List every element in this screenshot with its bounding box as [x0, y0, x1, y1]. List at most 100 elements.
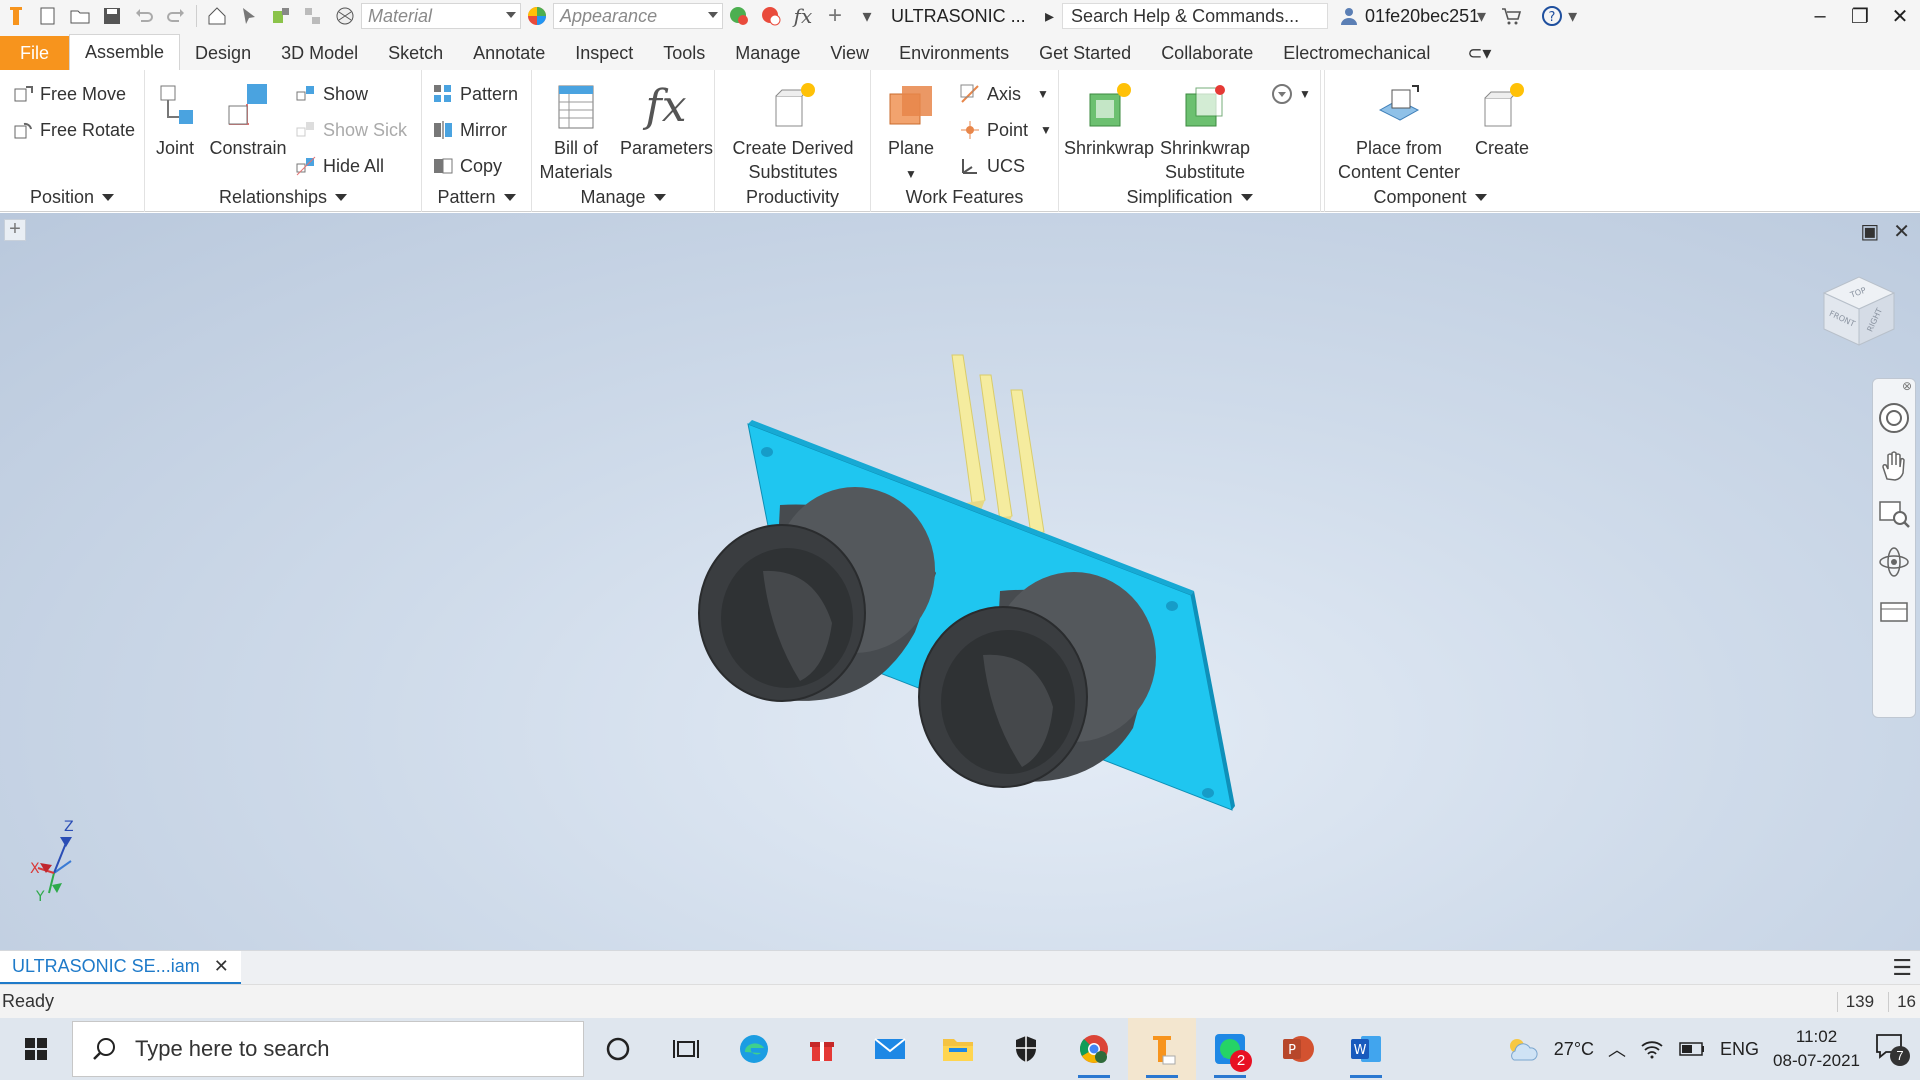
fx-icon[interactable]: fx — [790, 3, 816, 29]
taskbar-search-box[interactable]: Type here to search — [72, 1021, 584, 1077]
copy-button[interactable]: Copy — [432, 151, 502, 181]
word-icon[interactable]: W — [1332, 1018, 1400, 1080]
notification-center-icon[interactable]: 7 — [1874, 1032, 1910, 1066]
tab-assemble[interactable]: Assemble — [69, 34, 181, 70]
cortana-icon[interactable] — [584, 1018, 652, 1080]
chevron-down-icon[interactable]: ▾ — [1477, 6, 1486, 27]
battery-icon[interactable] — [1678, 1040, 1706, 1058]
plus-icon[interactable]: + — [822, 2, 848, 29]
measure-icon[interactable] — [300, 3, 326, 29]
select-icon[interactable] — [236, 3, 262, 29]
undo-icon[interactable] — [131, 3, 157, 29]
wifi-icon[interactable] — [1640, 1038, 1664, 1060]
close-button[interactable]: ✕ — [1880, 0, 1920, 32]
shrinkwrap-substitute-button[interactable]: Shrinkwrap Substitute — [1155, 80, 1255, 184]
start-button[interactable] — [0, 1018, 72, 1080]
help-icon[interactable]: ? — [1539, 3, 1565, 29]
point-button[interactable]: Point ▼ — [959, 115, 1052, 145]
appearance-dropdown[interactable]: Appearance — [553, 3, 723, 29]
ribbon-display-options-icon[interactable]: ⊂▾ — [1445, 36, 1513, 70]
zoom-window-icon[interactable] — [1877, 497, 1911, 531]
panel-pattern-label[interactable]: Pattern — [422, 184, 531, 210]
inventor-taskbar-icon[interactable] — [1128, 1018, 1196, 1080]
material-dropdown[interactable]: Material — [361, 3, 521, 29]
gift-app-icon[interactable] — [788, 1018, 856, 1080]
viewcube-icon[interactable]: TOP FRONT RIGHT — [1814, 263, 1904, 353]
clock[interactable]: 11:02 08-07-2021 — [1773, 1025, 1860, 1073]
extra-dropdown-button[interactable]: ▼ — [1271, 79, 1311, 109]
tab-3d-model[interactable]: 3D Model — [266, 36, 373, 70]
constrain-button[interactable]: Constrain — [207, 80, 289, 160]
joint-button[interactable]: Joint — [149, 80, 201, 160]
chevron-right-icon[interactable]: ▸ — [1045, 6, 1054, 27]
open-file-icon[interactable] — [67, 3, 93, 29]
axis-button[interactable]: Axis ▼ — [959, 79, 1049, 109]
free-move-button[interactable]: Free Move — [12, 79, 126, 109]
minimize-button[interactable]: – — [1800, 0, 1840, 32]
steering-wheel-icon[interactable] — [1877, 401, 1911, 435]
tab-environments[interactable]: Environments — [884, 36, 1024, 70]
show-button[interactable]: Show — [295, 79, 368, 109]
new-file-icon[interactable] — [35, 3, 61, 29]
plane-button[interactable]: Plane ▼ — [879, 80, 943, 186]
tab-inspect[interactable]: Inspect — [560, 36, 648, 70]
tab-design[interactable]: Design — [180, 36, 266, 70]
graphics-viewport[interactable]: + ▣ ✕ TOP FRONT RIGHT ⊗ Z X Y — [0, 213, 1920, 950]
close-navbar-icon[interactable]: ⊗ — [1902, 379, 1912, 393]
user-icon[interactable] — [1336, 3, 1362, 29]
cart-icon[interactable] — [1498, 3, 1524, 29]
weather-temperature[interactable]: 27°C — [1554, 1039, 1594, 1060]
home-icon[interactable] — [204, 3, 230, 29]
pan-hand-icon[interactable] — [1877, 449, 1911, 483]
tab-electromechanical[interactable]: Electromechanical — [1268, 36, 1445, 70]
tab-sketch[interactable]: Sketch — [373, 36, 458, 70]
panel-relationships-label[interactable]: Relationships — [145, 184, 421, 210]
look-at-icon[interactable] — [1877, 593, 1911, 627]
redo-icon[interactable] — [163, 3, 189, 29]
mirror-button[interactable]: Mirror — [432, 115, 507, 145]
user-name[interactable]: 01fe20bec251 — [1365, 6, 1479, 27]
document-tab[interactable]: ULTRASONIC SE...iam ✕ — [0, 951, 241, 985]
inventor-logo-icon[interactable] — [3, 3, 29, 29]
tab-view[interactable]: View — [815, 36, 884, 70]
edge-browser-icon[interactable] — [720, 1018, 788, 1080]
mail-icon[interactable] — [856, 1018, 924, 1080]
chevron-down-icon[interactable]: ▾ — [1568, 6, 1577, 27]
place-from-content-center-button[interactable]: Place from Content Center — [1329, 80, 1469, 184]
shrinkwrap-button[interactable]: Shrinkwrap — [1063, 80, 1155, 160]
create-derived-substitutes-button[interactable]: Create Derived Substitutes — [719, 80, 867, 184]
close-tab-icon[interactable]: ✕ — [214, 956, 229, 977]
tab-file[interactable]: File — [0, 36, 70, 70]
free-rotate-button[interactable]: Free Rotate — [12, 115, 135, 145]
security-shield-icon[interactable] — [992, 1018, 1060, 1080]
ucs-button[interactable]: UCS — [959, 151, 1025, 181]
pattern-button[interactable]: Pattern — [432, 79, 518, 109]
adjust-appearance-icon[interactable] — [726, 3, 752, 29]
chrome-icon[interactable] — [1060, 1018, 1128, 1080]
tab-get-started[interactable]: Get Started — [1024, 36, 1146, 70]
file-explorer-icon[interactable] — [924, 1018, 992, 1080]
update-icon[interactable] — [268, 3, 294, 29]
hide-all-button[interactable]: Hide All — [295, 151, 384, 181]
task-view-icon[interactable] — [652, 1018, 720, 1080]
material-sphere-icon[interactable] — [332, 3, 358, 29]
bill-of-materials-button[interactable]: Bill of Materials — [536, 80, 616, 184]
language-indicator[interactable]: ENG — [1720, 1039, 1759, 1060]
parameters-button[interactable]: fx Parameters — [620, 80, 713, 160]
create-button[interactable]: Create — [1471, 80, 1533, 160]
show-sick-button[interactable]: Show Sick — [295, 115, 407, 145]
tab-tools[interactable]: Tools — [648, 36, 720, 70]
restore-button[interactable]: ❐ — [1840, 0, 1880, 32]
tab-manage[interactable]: Manage — [720, 36, 815, 70]
chevron-up-icon[interactable]: ︿ — [1608, 1036, 1626, 1062]
whatsapp-icon[interactable]: 2 — [1196, 1018, 1264, 1080]
customize-dropdown-icon[interactable]: ▾ — [854, 3, 880, 29]
panel-position-label[interactable]: Position — [0, 184, 144, 210]
clear-appearance-icon[interactable] — [758, 3, 784, 29]
panel-manage-label[interactable]: Manage — [532, 184, 714, 210]
tab-annotate[interactable]: Annotate — [458, 36, 560, 70]
menu-icon[interactable]: ☰ — [1892, 955, 1912, 981]
panel-component-label[interactable]: Component — [1325, 184, 1535, 210]
ultrasonic-sensor-model[interactable] — [0, 213, 1920, 950]
tab-collaborate[interactable]: Collaborate — [1146, 36, 1268, 70]
